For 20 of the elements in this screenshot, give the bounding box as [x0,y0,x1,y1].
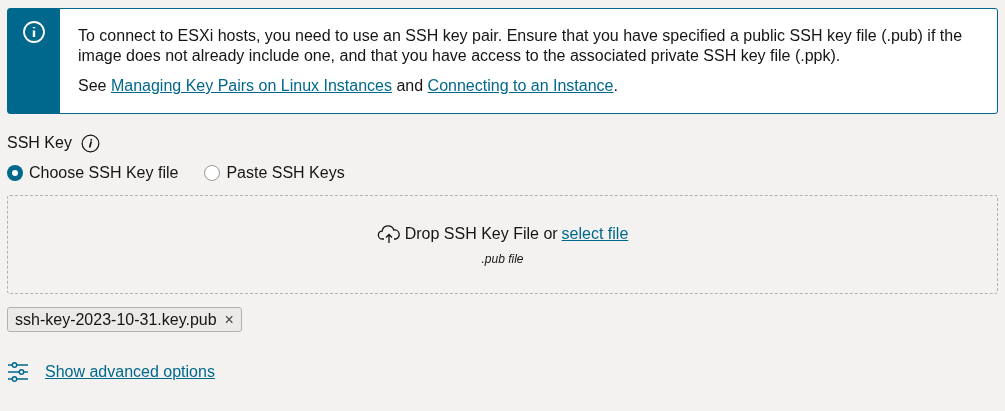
doc-link[interactable]: Connecting to an Instance [427,77,614,94]
advanced-options-link[interactable]: Show advanced options [45,360,215,384]
file-type-hint: .pub file [481,250,524,268]
remove-button[interactable]: × [224,311,234,328]
notice-message: To connect to ESXi hosts, you need to use an SSH key pair. Ensure that you have specified a public SSH key file (.pub) if the image does not already include one, and that you have access to the associated private SSH key file (.ppk). [78,26,964,66]
radio-button[interactable] [7,165,23,181]
doc-link[interactable]: Managing Key Pairs on Linux Instances [110,77,392,94]
cloud-upload-icon [376,223,401,244]
notice-references: See Managing Key Pairs on Linux Instances and Connecting to an Instance. [78,76,619,96]
dropzone-text: Drop SSH Key File or [404,223,558,244]
info-icon[interactable] [80,133,100,153]
radio-option[interactable]: Choose SSH Key file [7,161,179,185]
select-file-link[interactable]: select file [561,221,629,246]
file-dropzone[interactable]: Drop SSH Key File or select file .pub file [7,195,998,294]
radio-option[interactable]: Paste SSH Keys [204,161,345,185]
file-name: ssh-key-2023-10-31.key.pub [15,309,217,330]
sliders-icon[interactable] [7,361,29,383]
field-label: SSH Key [7,133,72,153]
radio-button[interactable] [204,165,221,181]
info-icon [22,20,46,44]
